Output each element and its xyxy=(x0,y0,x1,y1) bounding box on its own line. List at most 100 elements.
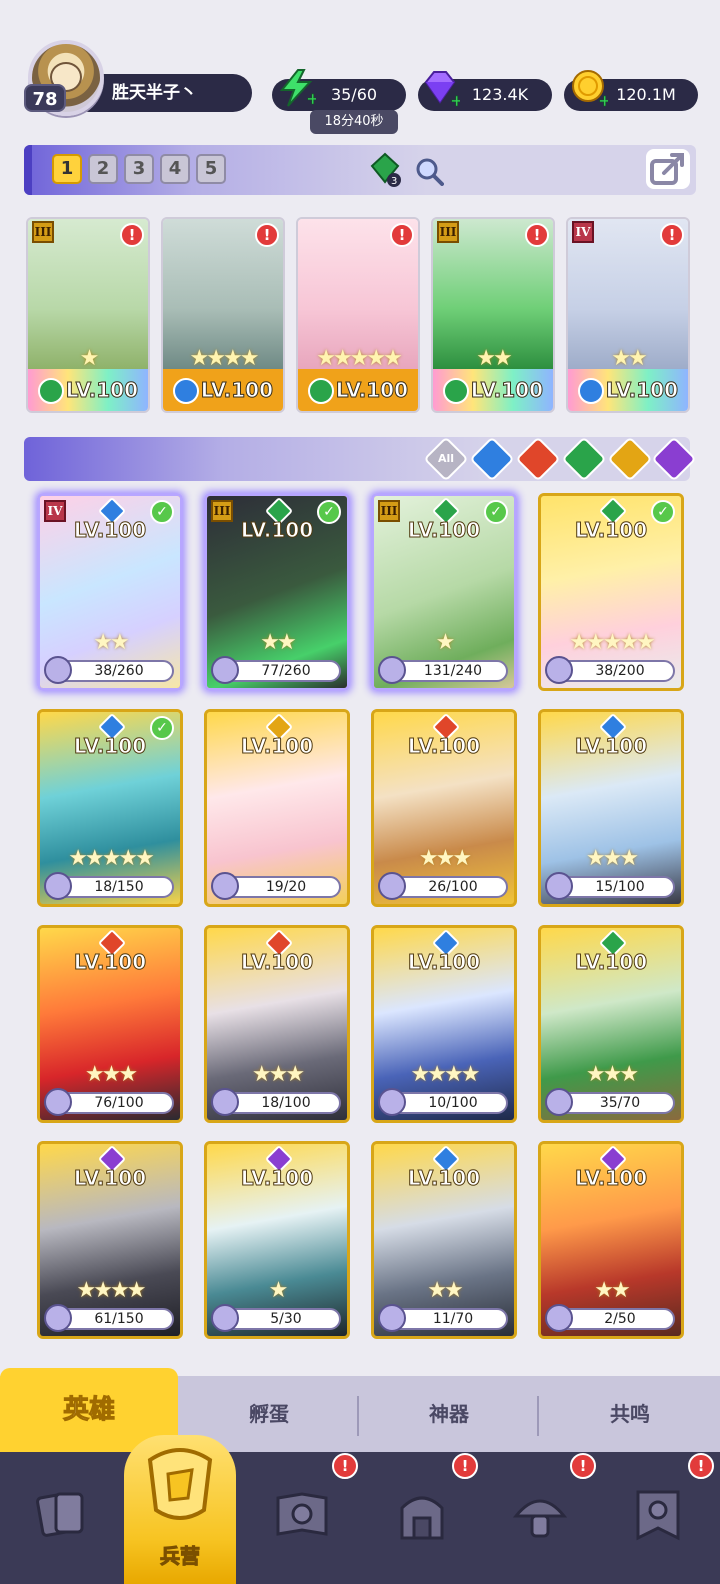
gold-coin-icon: + xyxy=(572,70,608,108)
gold-value: 120.1M xyxy=(616,85,676,104)
hero-level: LV.100 xyxy=(73,734,147,759)
hero-card[interactable]: LV.100 ★★★★ 61/150 xyxy=(37,1141,183,1339)
castle-icon xyxy=(400,1496,444,1540)
search-icon[interactable] xyxy=(414,156,444,186)
nature-element-icon xyxy=(38,378,64,404)
gem-value: 123.4K xyxy=(471,85,529,104)
guild-alert-badge: ! xyxy=(688,1453,714,1479)
share-icon xyxy=(650,153,684,185)
fragment-icon xyxy=(211,1304,239,1332)
hero-level: LV.100 xyxy=(574,518,648,543)
alert-badge: ! xyxy=(525,223,549,247)
nav-mushroom-button[interactable] xyxy=(494,1470,586,1566)
share-button[interactable] xyxy=(646,149,690,189)
fragment-icon xyxy=(211,1088,239,1116)
player-level-badge: 78 xyxy=(24,84,66,112)
mushroom-icon xyxy=(512,1499,568,1538)
team-hero-card[interactable]: ★★ LV.100 IV ! xyxy=(566,217,690,413)
hero-level: LV.100 xyxy=(73,518,147,543)
hero-stars: ★★★★★ xyxy=(316,346,403,371)
hero-stars: ★ xyxy=(79,346,100,371)
player-name: 胜天半子丶 xyxy=(112,83,197,103)
hero-card[interactable]: ✓ LV.100 ★★★★★ 38/200 xyxy=(538,493,684,691)
nav-cards-button[interactable] xyxy=(16,1470,108,1566)
rank-badge: III xyxy=(437,221,459,243)
hero-card[interactable]: LV.100 ★ 5/30 xyxy=(204,1141,350,1339)
hero-stars: ★★★★★ xyxy=(68,846,155,871)
svg-text:+: + xyxy=(450,91,460,108)
hero-card[interactable]: LV.100 ★★★★ 10/100 xyxy=(371,925,517,1123)
hero-level: LV.100 xyxy=(407,950,481,975)
hero-level: LV.100 xyxy=(574,950,648,975)
nature-element-icon xyxy=(308,378,334,404)
fragment-icon xyxy=(545,656,573,684)
team-hero-card[interactable]: ★★★★ LV.100 ! xyxy=(161,217,285,413)
nav-barracks-label: 兵营 xyxy=(160,1544,201,1569)
hero-stars: ★★★★ xyxy=(76,1278,147,1303)
barracks-icon xyxy=(147,1448,213,1520)
team-hero-card[interactable]: ★★ LV.100 III ! xyxy=(431,217,555,413)
tab-divider xyxy=(537,1396,539,1436)
castle-alert-badge: ! xyxy=(452,1453,478,1479)
hero-card[interactable]: IV ✓ LV.100 ★★ 38/260 xyxy=(37,493,183,691)
hero-card[interactable]: LV.100 ★★ 2/50 xyxy=(538,1141,684,1339)
hero-card[interactable]: LV.100 ★★ 11/70 xyxy=(371,1141,517,1339)
alert-badge: ! xyxy=(660,223,684,247)
hero-card[interactable]: LV.100 ★★★ 15/100 xyxy=(538,709,684,907)
hero-stars: ★★ xyxy=(93,630,129,655)
tab-divider xyxy=(357,1396,359,1436)
alert-badge: ! xyxy=(390,223,414,247)
nav-book-button[interactable] xyxy=(256,1470,348,1566)
team-tab-1[interactable]: 1 xyxy=(52,154,82,184)
tab-resonance[interactable]: 共鸣 xyxy=(540,1376,720,1452)
hero-stars: ★★ xyxy=(594,1278,630,1303)
hero-card[interactable]: LV.100 ★★★ 76/100 xyxy=(37,925,183,1123)
nature-element-icon xyxy=(443,378,469,404)
hero-stars: ★★★★ xyxy=(410,1062,481,1087)
hero-card[interactable]: III ✓ LV.100 ★★ 77/260 xyxy=(204,493,350,691)
team-gem-count: 3 xyxy=(391,176,397,187)
fragment-icon xyxy=(44,1304,72,1332)
hero-card[interactable]: III ✓ LV.100 ★ 131/240 xyxy=(371,493,517,691)
hero-card[interactable]: LV.100 19/20 xyxy=(204,709,350,907)
nav-guild-button[interactable] xyxy=(612,1470,704,1566)
hero-card[interactable]: LV.100 ★★★ 26/100 xyxy=(371,709,517,907)
book-alert-badge: ! xyxy=(332,1453,358,1479)
hero-card[interactable]: LV.100 ★★★ 18/100 xyxy=(204,925,350,1123)
hero-stars: ★★ xyxy=(260,630,296,655)
team-tab-2[interactable]: 2 xyxy=(88,154,118,184)
filter-all-label: All xyxy=(437,452,455,465)
water-element-icon xyxy=(173,378,199,404)
fragment-icon xyxy=(44,1088,72,1116)
hero-level: LV.100 xyxy=(73,950,147,975)
fragment-icon xyxy=(44,656,72,684)
rank-badge: IV xyxy=(572,221,594,243)
rank-badge: III xyxy=(32,221,54,243)
fragment-icon xyxy=(545,1304,573,1332)
hero-stars: ★★ xyxy=(427,1278,463,1303)
hero-level: LV.100 xyxy=(574,734,648,759)
fragment-icon xyxy=(378,1304,406,1332)
energy-timer: 18分40秒 xyxy=(310,110,398,134)
fragment-icon xyxy=(378,872,406,900)
hero-stars: ★★★ xyxy=(84,1062,138,1087)
team-hero-card[interactable]: ★★★★★ LV.100 ! xyxy=(296,217,420,413)
nav-castle-button[interactable] xyxy=(376,1470,468,1566)
fragment-icon xyxy=(378,656,406,684)
hero-card[interactable]: LV.100 ★★★ 35/70 xyxy=(538,925,684,1123)
hero-stars: ★★★★★ xyxy=(569,630,656,655)
hero-stars: ★ xyxy=(435,630,456,655)
tab-artifacts[interactable]: 神器 xyxy=(360,1376,538,1452)
svg-text:+: + xyxy=(598,91,608,108)
fragment-icon xyxy=(378,1088,406,1116)
team-tab-5[interactable]: 5 xyxy=(196,154,226,184)
team-hero-card[interactable]: ★ LV.100 III ! xyxy=(26,217,150,413)
hero-stars: ★★★ xyxy=(585,1062,639,1087)
team-tab-3[interactable]: 3 xyxy=(124,154,154,184)
team-gem-icon[interactable]: 3 xyxy=(368,152,402,188)
team-tab-4[interactable]: 4 xyxy=(160,154,190,184)
hero-card[interactable]: ✓ LV.100 ★★★★★ 18/150 xyxy=(37,709,183,907)
hero-stars: ★★ xyxy=(611,346,647,371)
hero-level: LV.100 xyxy=(240,950,314,975)
energy-value: 35/60 xyxy=(330,85,378,104)
